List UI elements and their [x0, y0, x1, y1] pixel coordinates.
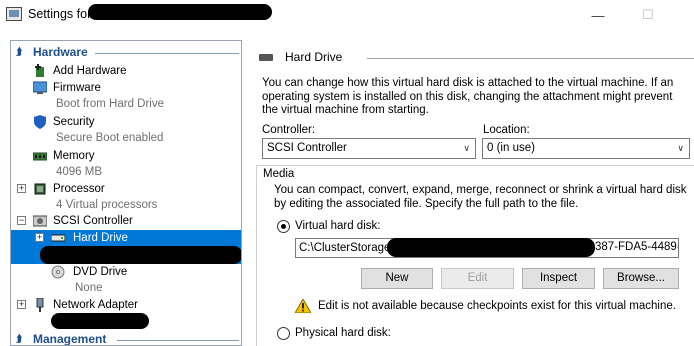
tree-item-add-hardware[interactable]: Add Hardware — [11, 63, 241, 80]
tree-item-security[interactable]: Security — [11, 114, 241, 131]
tree-item-security-detail: Secure Boot enabled — [11, 130, 241, 147]
hard-drive-icon — [51, 234, 65, 242]
physical-hard-disk-radio[interactable] — [277, 327, 290, 340]
tree-item-label: Security — [53, 116, 95, 128]
processor-icon — [34, 183, 46, 195]
panel-header: Hard Drive — [257, 50, 694, 66]
redacted-vm-name — [88, 4, 272, 20]
tree-item-processor[interactable]: + Processor — [11, 181, 241, 198]
tree-item-label: Network Adapter — [53, 299, 139, 311]
header-divider — [367, 58, 694, 59]
path-suffix: 387-FDA5-4489- — [595, 241, 678, 253]
inspect-button[interactable]: Inspect — [522, 268, 595, 289]
add-hardware-icon — [35, 64, 44, 77]
tree-item-label: Add Hardware — [53, 65, 127, 77]
new-button[interactable]: New — [361, 268, 433, 289]
hard-drive-icon — [259, 54, 273, 61]
location-label: Location: — [483, 124, 530, 136]
tree-item-memory[interactable]: Memory — [11, 148, 241, 165]
controller-value: SCSI Controller — [267, 142, 347, 154]
tree-item-firmware[interactable]: Firmware — [11, 80, 241, 97]
settings-tree: ⮭ Hardware Add Hardware Firmware Boot fr… — [10, 40, 242, 346]
tree-item-detail: 4096 MB — [56, 166, 103, 178]
virtual-hard-disk-label: Virtual hard disk: — [295, 220, 381, 232]
chevron-down-icon: ∨ — [463, 143, 470, 153]
controller-label: Controller: — [262, 124, 316, 136]
collapse-tree-icon[interactable]: − — [17, 216, 26, 225]
tree-item-label: Memory — [53, 150, 95, 162]
tree-item-label: DVD Drive — [73, 266, 128, 278]
expand-icon[interactable]: + — [35, 233, 44, 242]
expand-icon[interactable]: + — [17, 184, 26, 193]
memory-icon — [33, 152, 47, 161]
checkpoint-warning: Edit is not available because checkpoint… — [318, 300, 676, 312]
tree-item-label: SCSI Controller — [53, 215, 133, 227]
tree-item-detail: 4 Virtual processors — [56, 199, 158, 211]
path-prefix: C:\ClusterStorage — [299, 242, 391, 254]
panel-title: Hard Drive — [285, 50, 343, 64]
minimize-button[interactable]: — — [575, 0, 621, 30]
expand-icon[interactable]: + — [17, 300, 26, 309]
section-divider — [117, 340, 239, 341]
media-description: You can compact, convert, expand, merge,… — [274, 184, 687, 210]
media-group-label: Media — [261, 168, 297, 180]
redacted-path — [387, 238, 595, 257]
tree-item-label: Hard Drive — [73, 232, 128, 244]
tree-item-label: Processor — [53, 183, 105, 195]
collapse-icon: ⮭ — [16, 334, 22, 345]
redacted-network-name — [51, 313, 149, 329]
settings-window-icon — [6, 7, 22, 21]
tree-item-label: Firmware — [53, 82, 101, 94]
network-adapter-icon — [36, 298, 44, 312]
tree-item-dvd-drive[interactable]: DVD Drive — [11, 264, 241, 281]
virtual-hard-disk-radio[interactable] — [277, 220, 290, 233]
dvd-icon — [51, 265, 65, 279]
tree-item-scsi-controller[interactable]: − SCSI Controller — [11, 213, 241, 230]
browse-button[interactable]: Browse... — [603, 268, 679, 289]
edit-button[interactable]: Edit — [441, 268, 514, 289]
shield-icon — [34, 115, 46, 129]
firmware-icon — [33, 81, 47, 94]
tree-item-dvd-detail: None — [11, 280, 241, 297]
physical-hard-disk-label: Physical hard disk: — [295, 327, 391, 339]
controller-dropdown[interactable]: SCSI Controller ∨ — [262, 138, 476, 159]
window-title: Settings for — [28, 7, 92, 21]
title-bar: Settings for — ☐ — [0, 0, 694, 30]
maximize-button[interactable]: ☐ — [625, 0, 671, 30]
management-section-header[interactable]: ⮭ Management — [11, 331, 241, 346]
attachment-description: You can change how this virtual hard dis… — [262, 77, 674, 116]
warning-icon — [295, 299, 311, 313]
scsi-controller-icon — [33, 215, 47, 227]
location-dropdown[interactable]: 0 (in use) ∨ — [482, 138, 690, 159]
section-divider — [95, 53, 239, 54]
tree-item-detail: None — [75, 282, 103, 294]
tree-item-memory-detail: 4096 MB — [11, 164, 241, 181]
collapse-icon: ⮭ — [16, 47, 22, 58]
hard-drive-settings-panel: Hard Drive You can change how this virtu… — [247, 40, 694, 346]
location-value: 0 (in use) — [487, 142, 535, 154]
tree-item-firmware-detail: Boot from Hard Drive — [11, 96, 241, 113]
tree-item-detail: Secure Boot enabled — [56, 132, 164, 144]
redacted-disk-name — [40, 246, 241, 264]
chevron-down-icon: ∨ — [677, 143, 684, 153]
tree-item-processor-detail: 4 Virtual processors — [11, 197, 241, 214]
hardware-header-label: Hardware — [33, 45, 88, 59]
tree-item-network-adapter[interactable]: + Network Adapter — [11, 297, 241, 314]
management-header-label: Management — [33, 332, 107, 346]
tree-item-detail: Boot from Hard Drive — [56, 98, 165, 110]
